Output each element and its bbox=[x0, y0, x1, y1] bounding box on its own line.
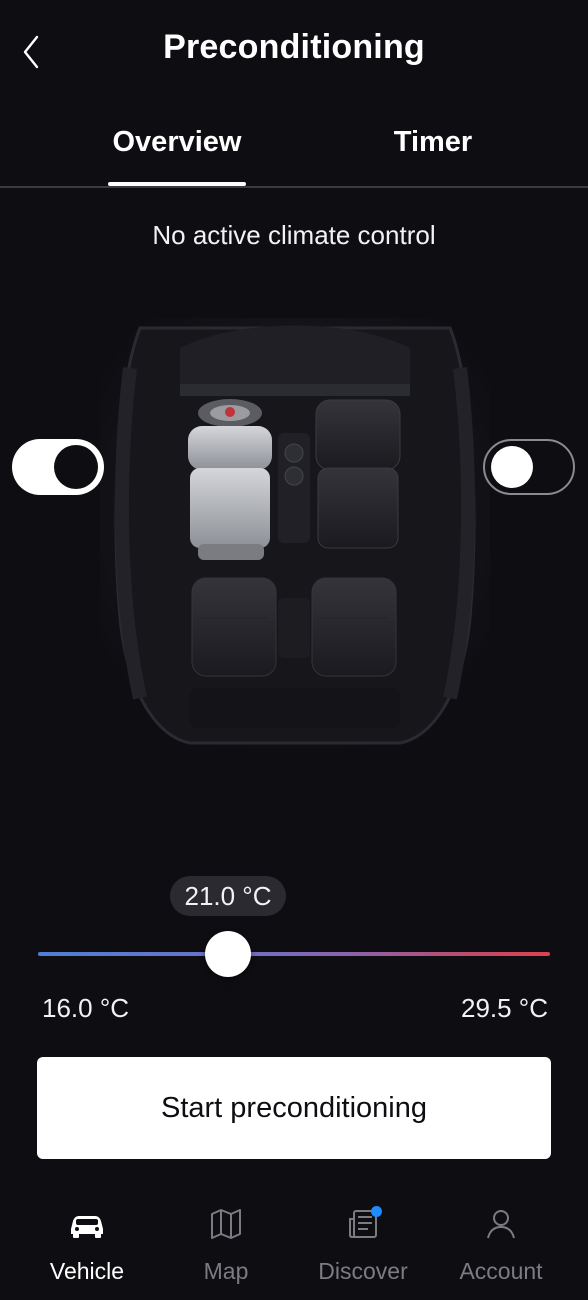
temperature-slider-thumb[interactable] bbox=[205, 931, 251, 977]
tab-timer[interactable]: Timer bbox=[370, 126, 496, 159]
notification-badge bbox=[371, 1206, 382, 1217]
user-icon bbox=[487, 1210, 515, 1239]
nav-vehicle-label: Vehicle bbox=[49, 1258, 125, 1284]
climate-status-text: No active climate control bbox=[152, 220, 436, 250]
bottom-navigation: Vehicle Map Discover Account bbox=[0, 1196, 588, 1300]
driver-zone-toggle[interactable] bbox=[12, 439, 104, 495]
nav-account-label: Account bbox=[459, 1258, 543, 1284]
nav-map-label: Map bbox=[203, 1258, 249, 1284]
nav-account[interactable]: Account bbox=[441, 1204, 561, 1285]
toggle-knob bbox=[491, 446, 533, 488]
tab-bar: Overview Timer bbox=[0, 112, 588, 188]
temperature-slider-track[interactable] bbox=[38, 952, 550, 956]
temperature-max-label: 29.5 °C bbox=[460, 993, 548, 1023]
page-title: Preconditioning bbox=[163, 28, 425, 66]
tab-overview[interactable]: Overview bbox=[108, 126, 246, 159]
nav-vehicle[interactable]: Vehicle bbox=[27, 1204, 147, 1285]
toggle-knob bbox=[54, 445, 98, 489]
current-temperature-value: 21.0 °C bbox=[170, 876, 286, 916]
nav-map[interactable]: Map bbox=[166, 1204, 286, 1285]
temperature-min-label: 16.0 °C bbox=[42, 993, 130, 1023]
active-tab-indicator bbox=[108, 182, 246, 186]
map-icon bbox=[211, 1209, 241, 1239]
passenger-zone-toggle[interactable] bbox=[483, 439, 575, 495]
nav-discover-label: Discover bbox=[318, 1258, 408, 1284]
car-icon bbox=[71, 1216, 103, 1238]
start-preconditioning-button[interactable]: Start preconditioning bbox=[37, 1057, 551, 1159]
preconditioning-screen: Preconditioning Overview Timer No active… bbox=[0, 0, 588, 1300]
car-interior-illustration bbox=[100, 318, 490, 748]
nav-discover[interactable]: Discover bbox=[303, 1204, 423, 1285]
